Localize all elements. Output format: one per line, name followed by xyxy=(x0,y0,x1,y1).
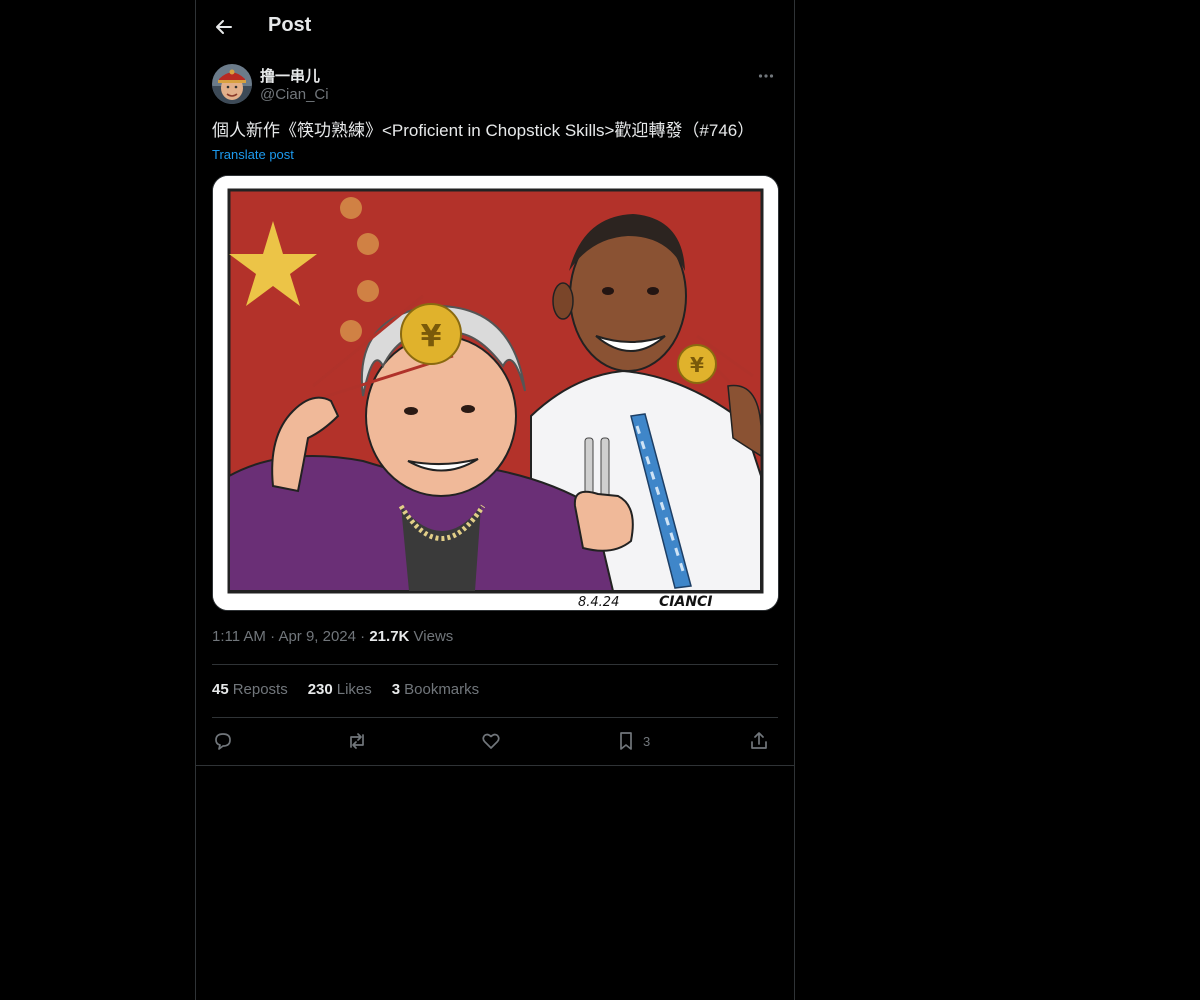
share-button[interactable] xyxy=(748,726,770,756)
ellipsis-icon xyxy=(758,74,774,78)
bookmarks-stat[interactable]: 3 Bookmarks xyxy=(392,681,479,698)
post-date[interactable]: Apr 9, 2024 xyxy=(278,628,356,645)
post-meta: 1:11 AM · Apr 9, 2024 · 21.7K Views xyxy=(212,628,453,645)
post-author: 撸一串儿 @Cian_Ci xyxy=(212,64,778,108)
views-label: Views xyxy=(413,628,454,645)
bookmark-count: 3 xyxy=(643,733,651,749)
primary-column: Post 撸一串儿 @Cian_Ci 個人新作《筷功熟練》<Proficient… xyxy=(195,0,795,1000)
svg-text:¥: ¥ xyxy=(421,319,442,354)
author-display-name[interactable]: 撸一串儿 xyxy=(260,65,320,86)
divider xyxy=(196,765,794,766)
reply-button[interactable] xyxy=(212,726,234,756)
post-actions: 3 xyxy=(212,726,778,756)
page-title: Post xyxy=(268,14,312,36)
more-options-button[interactable] xyxy=(754,64,778,88)
repost-button[interactable] xyxy=(346,726,368,756)
back-button[interactable] xyxy=(208,11,240,43)
share-icon xyxy=(751,732,767,749)
arrow-left-icon xyxy=(216,20,232,34)
divider xyxy=(212,717,778,718)
svg-text:¥: ¥ xyxy=(690,353,704,377)
like-button[interactable] xyxy=(480,726,502,756)
signature-artist: CIANCI xyxy=(659,594,713,610)
repost-icon xyxy=(350,733,364,749)
post-header: Post xyxy=(196,0,794,54)
views-count: 21.7K xyxy=(369,628,410,645)
avatar-portrait-image xyxy=(212,64,252,104)
post-text: 個人新作《筷功熟練》<Proficient in Chopstick Skill… xyxy=(212,121,755,140)
author-handle[interactable]: @Cian_Ci xyxy=(260,86,329,103)
bookmark-icon xyxy=(620,732,632,750)
divider xyxy=(212,664,778,665)
heart-icon xyxy=(482,733,500,749)
likes-stat[interactable]: 230 Likes xyxy=(308,681,372,698)
cartoon-illustration: ¥ ¥ 8.4.24 CIANCI xyxy=(213,176,778,610)
avatar[interactable] xyxy=(212,64,252,104)
bookmark-button[interactable]: 3 xyxy=(615,726,650,756)
post-stats: 45 Reposts 230 Likes 3 Bookmarks xyxy=(212,681,479,698)
meta-separator: · xyxy=(360,628,366,645)
post-image[interactable]: ¥ ¥ 8.4.24 CIANCI xyxy=(212,175,779,611)
reposts-stat[interactable]: 45 Reposts xyxy=(212,681,288,698)
reply-icon xyxy=(215,733,231,750)
post-time[interactable]: 1:11 AM xyxy=(212,628,266,645)
translate-post-link[interactable]: Translate post xyxy=(212,147,294,162)
signature-date: 8.4.24 xyxy=(578,595,619,610)
